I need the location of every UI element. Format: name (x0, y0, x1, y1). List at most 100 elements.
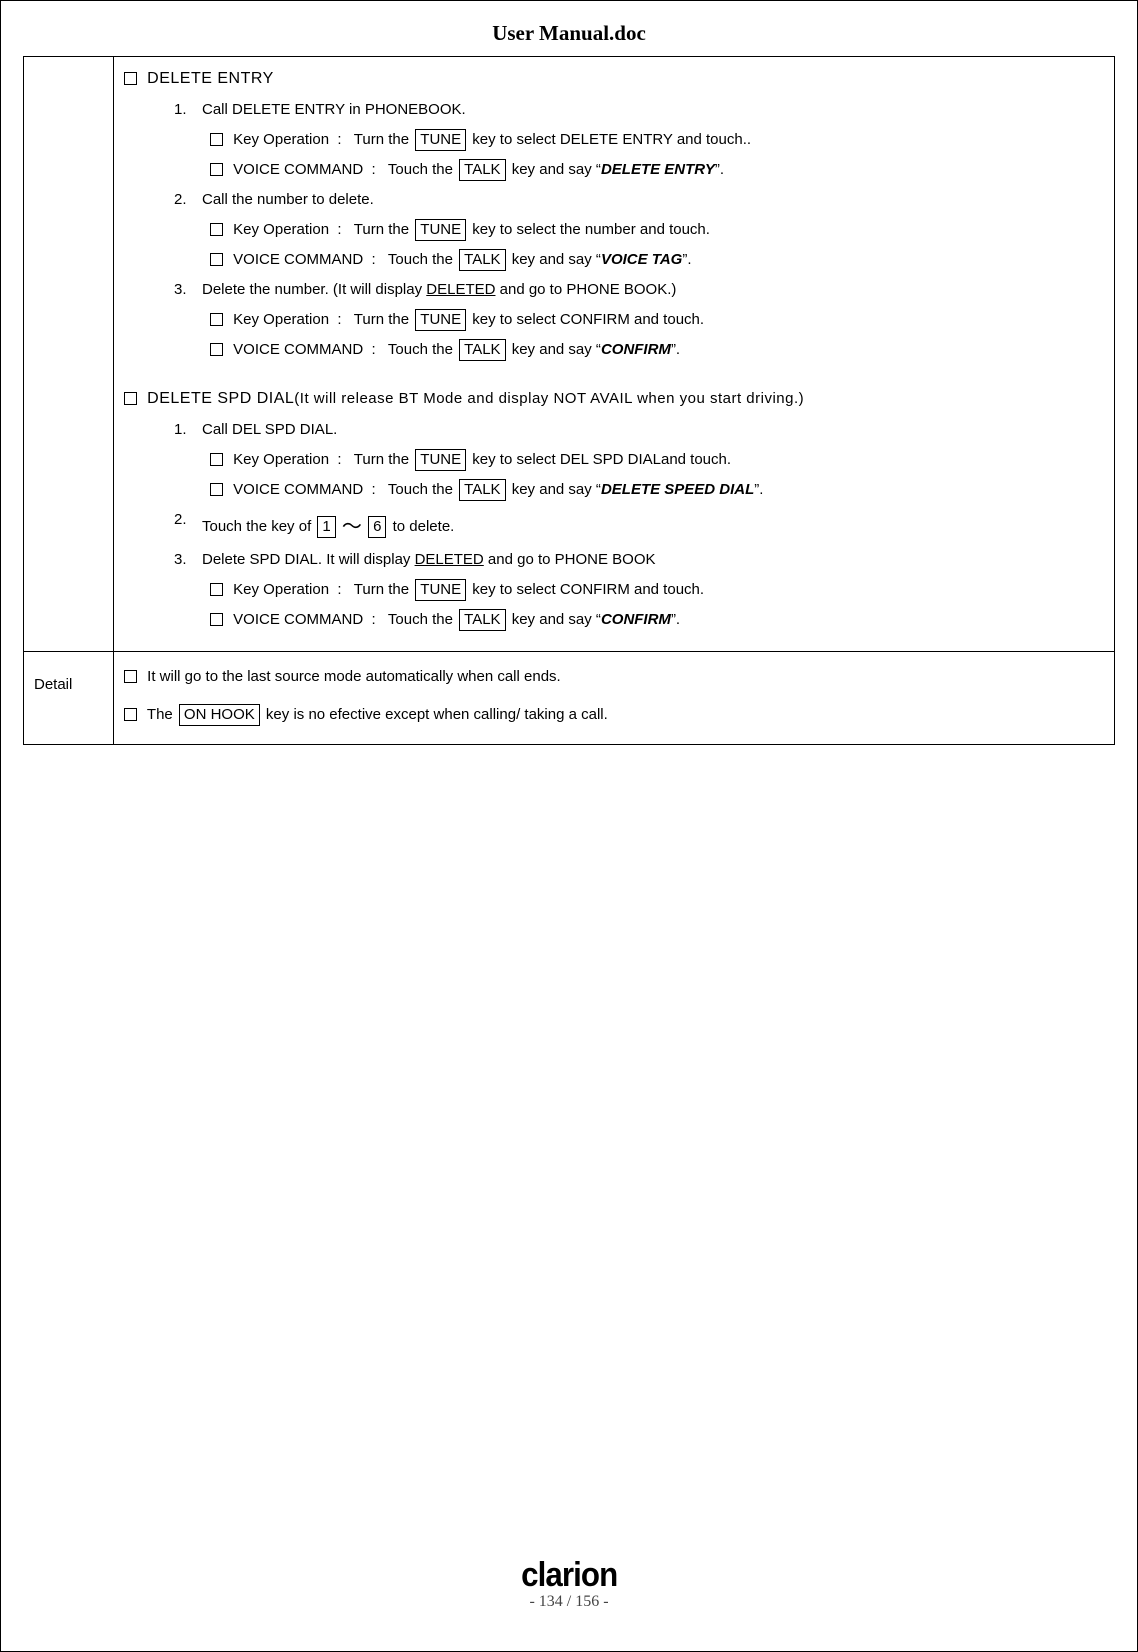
t-pre: Delete the number. (It will display (202, 281, 426, 298)
detail-text-1: It will go to the last source mode autom… (147, 668, 561, 685)
detail-text-2-pre: The (147, 706, 177, 723)
sub-keyop: Key Operation : Turn the TUNE key to sel… (210, 575, 1104, 605)
vc-command: DELETE ENTRY (601, 161, 715, 178)
checkbox-icon (210, 133, 223, 146)
step-number: 3. (174, 275, 202, 305)
checkbox-icon (210, 343, 223, 356)
section-heading: DELETE ENTRY (147, 70, 274, 87)
vc-end: ”. (682, 251, 691, 268)
keycap-tune: TUNE (415, 449, 466, 471)
vc-end: ”. (715, 161, 724, 178)
checkbox-icon (124, 708, 137, 721)
checkbox-icon (210, 483, 223, 496)
vc-mid: key and say “ (508, 251, 601, 268)
keyop-label: Key Operation (233, 311, 329, 328)
keyop-text-post: key to select CONFIRM and touch. (468, 581, 704, 598)
vc-mid: key and say “ (508, 161, 601, 178)
vc-pre: Touch the (388, 481, 457, 498)
h-post: (It will release BT Mode and display NOT… (294, 390, 804, 407)
sub-voice: VOICE COMMAND : Touch the TALK key and s… (210, 155, 1104, 185)
tilde-icon: ～ (342, 516, 362, 538)
sub-voice: VOICE COMMAND : Touch the TALK key and s… (210, 475, 1104, 505)
row-label-empty (24, 57, 114, 652)
step-item: 2. Call the number to delete. (174, 185, 1104, 215)
sub-keyop: Key Operation : Turn the TUNE key to sel… (210, 125, 1104, 155)
keycap-talk: TALK (459, 339, 505, 361)
keyop-label: Key Operation (233, 451, 329, 468)
detail-line-2: The ON HOOK key is no efective except wh… (124, 700, 1104, 730)
checkbox-icon (124, 670, 137, 683)
vc-label: VOICE COMMAND (233, 341, 363, 358)
step-item: 2. Touch the key of 1 ～ 6 to delete. (174, 505, 1104, 545)
brand-logo: clarion (521, 1556, 617, 1595)
step-number: 1. (174, 415, 202, 445)
step-item: 3. Delete the number. (It will display D… (174, 275, 1104, 305)
detail-label-cell: Detail (24, 652, 114, 745)
checkbox-icon (210, 613, 223, 626)
step-item: 1. Call DELETE ENTRY in PHONEBOOK. (174, 95, 1104, 125)
sub-keyop: Key Operation : Turn the TUNE key to sel… (210, 445, 1104, 475)
keyop-label: Key Operation (233, 131, 329, 148)
page-number: - 134 / 156 - (1, 1593, 1137, 1611)
vc-command: CONFIRM (601, 341, 671, 358)
keyop-text-post: key to select DEL SPD DIALand touch. (468, 451, 731, 468)
keycap-talk: TALK (459, 249, 505, 271)
keycap-talk: TALK (459, 479, 505, 501)
t-underline: DELETED (426, 281, 495, 298)
vc-command: DELETE SPEED DIAL (601, 481, 754, 498)
vc-pre: Touch the (388, 341, 457, 358)
keycap-tune: TUNE (415, 129, 466, 151)
keycap-tune: TUNE (415, 309, 466, 331)
section-heading: DELETE SPD DIAL(It will release BT Mode … (147, 390, 804, 407)
sub-keyop: Key Operation : Turn the TUNE key to sel… (210, 215, 1104, 245)
sub-keyop: Key Operation : Turn the TUNE key to sel… (210, 305, 1104, 335)
step-text: Delete the number. (It will display DELE… (202, 275, 1104, 305)
vc-label: VOICE COMMAND (233, 481, 363, 498)
sub-voice: VOICE COMMAND : Touch the TALK key and s… (210, 245, 1104, 275)
vc-label: VOICE COMMAND (233, 611, 363, 628)
checkbox-icon (124, 392, 137, 405)
step-text: Call DEL SPD DIAL. (202, 415, 1104, 445)
vc-pre: Touch the (388, 251, 457, 268)
checkbox-icon (210, 223, 223, 236)
vc-end: ”. (671, 341, 680, 358)
sub-voice: VOICE COMMAND : Touch the TALK key and s… (210, 605, 1104, 635)
keyop-text-pre: Turn the (354, 221, 413, 238)
t-post: to delete. (393, 518, 455, 535)
vc-pre: Touch the (388, 161, 457, 178)
vc-pre: Touch the (388, 611, 457, 628)
vc-end: ”. (754, 481, 763, 498)
checkbox-icon (210, 253, 223, 266)
keycap-6: 6 (368, 516, 386, 538)
keyop-text-post: key to select the number and touch. (468, 221, 710, 238)
keyop-text-post: key to select CONFIRM and touch. (468, 311, 704, 328)
vc-label: VOICE COMMAND (233, 251, 363, 268)
keycap-talk: TALK (459, 159, 505, 181)
t-underline: DELETED (415, 551, 484, 568)
keyop-text-post: key to select DELETE ENTRY and touch.. (468, 131, 751, 148)
vc-label: VOICE COMMAND (233, 161, 363, 178)
page-footer: clarion - 134 / 156 - (1, 1556, 1137, 1611)
step-item: 3. Delete SPD DIAL. It will display DELE… (174, 545, 1104, 575)
keycap-tune: TUNE (415, 579, 466, 601)
detail-content-cell: It will go to the last source mode autom… (114, 652, 1115, 745)
document-title: User Manual.doc (23, 21, 1115, 46)
vc-mid: key and say “ (508, 611, 601, 628)
step-number: 3. (174, 545, 202, 575)
sub-voice: VOICE COMMAND : Touch the TALK key and s… (210, 335, 1104, 365)
keycap-talk: TALK (459, 609, 505, 631)
vc-mid: key and say “ (508, 341, 601, 358)
vc-command: VOICE TAG (601, 251, 682, 268)
section-delete-spd-dial: DELETE SPD DIAL(It will release BT Mode … (124, 383, 1104, 415)
step-number: 2. (174, 185, 202, 215)
detail-label: Detail (34, 676, 103, 693)
h-pre: DELETE SPD DIAL (147, 390, 294, 407)
vc-command: CONFIRM (601, 611, 671, 628)
detail-text-2-post: key is no efective except when calling/ … (262, 706, 608, 723)
keyop-text-pre: Turn the (354, 131, 413, 148)
keyop-label: Key Operation (233, 221, 329, 238)
keycap-1: 1 (317, 516, 335, 538)
keyop-text-pre: Turn the (354, 451, 413, 468)
content-table: DELETE ENTRY 1. Call DELETE ENTRY in PHO… (23, 56, 1115, 745)
checkbox-icon (210, 163, 223, 176)
